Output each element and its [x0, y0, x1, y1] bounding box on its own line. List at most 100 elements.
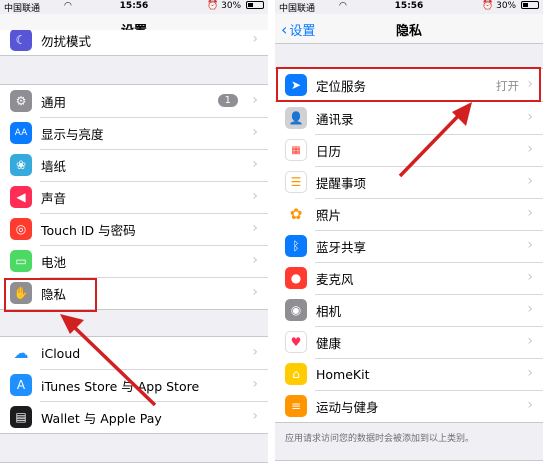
- settings-screen: 中国联通 ◠ 15:56 ⏰ 30% 设置 ☾ 勿扰模式 › ⚙ 通用 1 › …: [0, 0, 268, 470]
- privacy-row-homekit[interactable]: ⌂ HomeKit ›: [275, 358, 543, 390]
- contacts-icon: 👤: [285, 107, 307, 129]
- row-label: 健康: [316, 335, 342, 351]
- settings-row-appstore[interactable]: A iTunes Store 与 App Store ›: [0, 369, 268, 401]
- battery-percent: 30%: [221, 1, 242, 11]
- settings-group-3-partial: [0, 462, 268, 470]
- privacy-highlight-box: [4, 278, 97, 312]
- update-badge: 1: [217, 94, 238, 107]
- chevron-right-icon: ›: [527, 333, 533, 349]
- settings-row-battery[interactable]: ▭ 电池 ›: [0, 245, 268, 277]
- row-label: 相机: [316, 303, 342, 319]
- row-label: 通讯录: [316, 111, 354, 127]
- privacy-group-partial: [275, 460, 543, 470]
- privacy-footer-note: 应用请求访问您的数据时会被添加到以上类别。: [285, 434, 475, 444]
- chevron-right-icon: ›: [252, 124, 258, 140]
- fingerprint-icon: ◎: [10, 218, 32, 240]
- chevron-right-icon: ›: [527, 205, 533, 221]
- status-bar: 中国联通 ◠ 15:56 ⏰ 30%: [275, 0, 543, 14]
- chevron-right-icon: ›: [527, 141, 533, 157]
- row-label: Wallet 与 Apple Pay: [41, 410, 162, 426]
- row-label: 日历: [316, 143, 342, 159]
- row-label: 通用: [41, 94, 67, 110]
- chevron-right-icon: ›: [527, 397, 533, 413]
- privacy-row-calendar[interactable]: ▦ 日历 ›: [275, 134, 543, 166]
- row-label: Touch ID 与密码: [41, 222, 136, 238]
- chevron-right-icon: ›: [252, 31, 258, 47]
- row-label: 蓝牙共享: [316, 239, 367, 255]
- settings-group-1: ⚙ 通用 1 › AA 显示与亮度 › ❀ 墙纸 › ◀ 声音 › ◎ Touc…: [0, 84, 268, 310]
- privacy-row-contacts[interactable]: 👤 通讯录 ›: [275, 102, 543, 134]
- settings-row-wallpaper[interactable]: ❀ 墙纸 ›: [0, 149, 268, 181]
- chevron-right-icon: ›: [252, 376, 258, 392]
- bluetooth-icon: ᛒ: [285, 235, 307, 257]
- battery-status: ⏰ 30%: [207, 1, 264, 11]
- settings-row-wallet[interactable]: ▤ Wallet 与 Apple Pay ›: [0, 401, 268, 433]
- privacy-row-health[interactable]: ♥ 健康 ›: [275, 326, 543, 358]
- battery-icon: [521, 1, 539, 9]
- chevron-right-icon: ›: [252, 284, 258, 300]
- chevron-right-icon: ›: [252, 220, 258, 236]
- privacy-row-motion[interactable]: ≡ 运动与健身 ›: [275, 390, 543, 422]
- photos-icon: ✿: [285, 203, 307, 225]
- chevron-right-icon: ›: [252, 344, 258, 360]
- row-label: 墙纸: [41, 158, 67, 174]
- partial-group: ☾ 勿扰模式 ›: [0, 30, 268, 56]
- wallet-icon: ▤: [10, 406, 32, 428]
- row-label: 运动与健身: [316, 399, 379, 415]
- settings-row-touchid[interactable]: ◎ Touch ID 与密码 ›: [0, 213, 268, 245]
- privacy-row-bluetooth[interactable]: ᛒ 蓝牙共享 ›: [275, 230, 543, 262]
- privacy-row-microphone[interactable]: ● 麦克风 ›: [275, 262, 543, 294]
- row-label: 提醒事项: [316, 175, 367, 191]
- location-highlight-box: [276, 67, 541, 102]
- row-label: 声音: [41, 190, 67, 206]
- alarm-icon: ⏰: [207, 1, 219, 11]
- chevron-right-icon: ›: [527, 301, 533, 317]
- row-label: iCloud: [41, 345, 81, 361]
- moon-icon: ☾: [10, 30, 32, 51]
- chevron-right-icon: ›: [527, 173, 533, 189]
- row-label: 麦克风: [316, 271, 354, 287]
- chevron-right-icon: ›: [252, 92, 258, 108]
- health-icon: ♥: [285, 331, 307, 353]
- homekit-icon: ⌂: [285, 363, 307, 385]
- row-label: 照片: [316, 207, 342, 223]
- cloud-icon: ☁: [10, 342, 32, 364]
- app-store-icon: A: [10, 374, 32, 396]
- chevron-right-icon: ›: [527, 269, 533, 285]
- row-label: 电池: [41, 254, 67, 270]
- settings-row-display[interactable]: AA 显示与亮度 ›: [0, 117, 268, 149]
- microphone-icon: ●: [285, 267, 307, 289]
- privacy-items-group: 👤 通讯录 › ▦ 日历 › ☰ 提醒事项 › ✿ 照片 › ᛒ 蓝牙共享 › …: [275, 101, 543, 423]
- battery-status: ⏰ 30%: [482, 1, 539, 11]
- chevron-right-icon: ›: [527, 365, 533, 381]
- chevron-right-icon: ›: [252, 188, 258, 204]
- chevron-right-icon: ›: [252, 408, 258, 424]
- battery-icon: ▭: [10, 250, 32, 272]
- row-label: iTunes Store 与 App Store: [41, 378, 200, 394]
- privacy-row-photos[interactable]: ✿ 照片 ›: [275, 198, 543, 230]
- privacy-row-camera[interactable]: ◉ 相机 ›: [275, 294, 543, 326]
- wallpaper-icon: ❀: [10, 154, 32, 176]
- row-label: HomeKit: [316, 366, 370, 382]
- chevron-right-icon: ›: [527, 109, 533, 125]
- privacy-row-reminders[interactable]: ☰ 提醒事项 ›: [275, 166, 543, 198]
- settings-row-icloud[interactable]: ☁ iCloud ›: [0, 337, 268, 369]
- chevron-right-icon: ›: [252, 156, 258, 172]
- settings-row-dnd[interactable]: ☾ 勿扰模式 ›: [0, 30, 268, 55]
- alarm-icon: ⏰: [482, 1, 494, 11]
- status-bar: 中国联通 ◠ 15:56 ⏰ 30%: [0, 0, 268, 14]
- sound-icon: ◀: [10, 186, 32, 208]
- privacy-navbar: ‹ 设置 隐私: [275, 14, 543, 44]
- chevron-right-icon: ›: [252, 252, 258, 268]
- camera-icon: ◉: [285, 299, 307, 321]
- display-icon: AA: [10, 122, 32, 144]
- battery-percent: 30%: [496, 1, 517, 11]
- row-label: 显示与亮度: [41, 126, 104, 142]
- page-title: 隐私: [395, 24, 422, 39]
- row-label: 勿扰模式: [41, 33, 92, 49]
- motion-icon: ≡: [285, 395, 307, 417]
- settings-group-2: ☁ iCloud › A iTunes Store 与 App Store › …: [0, 336, 268, 434]
- reminders-icon: ☰: [285, 171, 307, 193]
- settings-row-sound[interactable]: ◀ 声音 ›: [0, 181, 268, 213]
- settings-row-general[interactable]: ⚙ 通用 1 ›: [0, 85, 268, 117]
